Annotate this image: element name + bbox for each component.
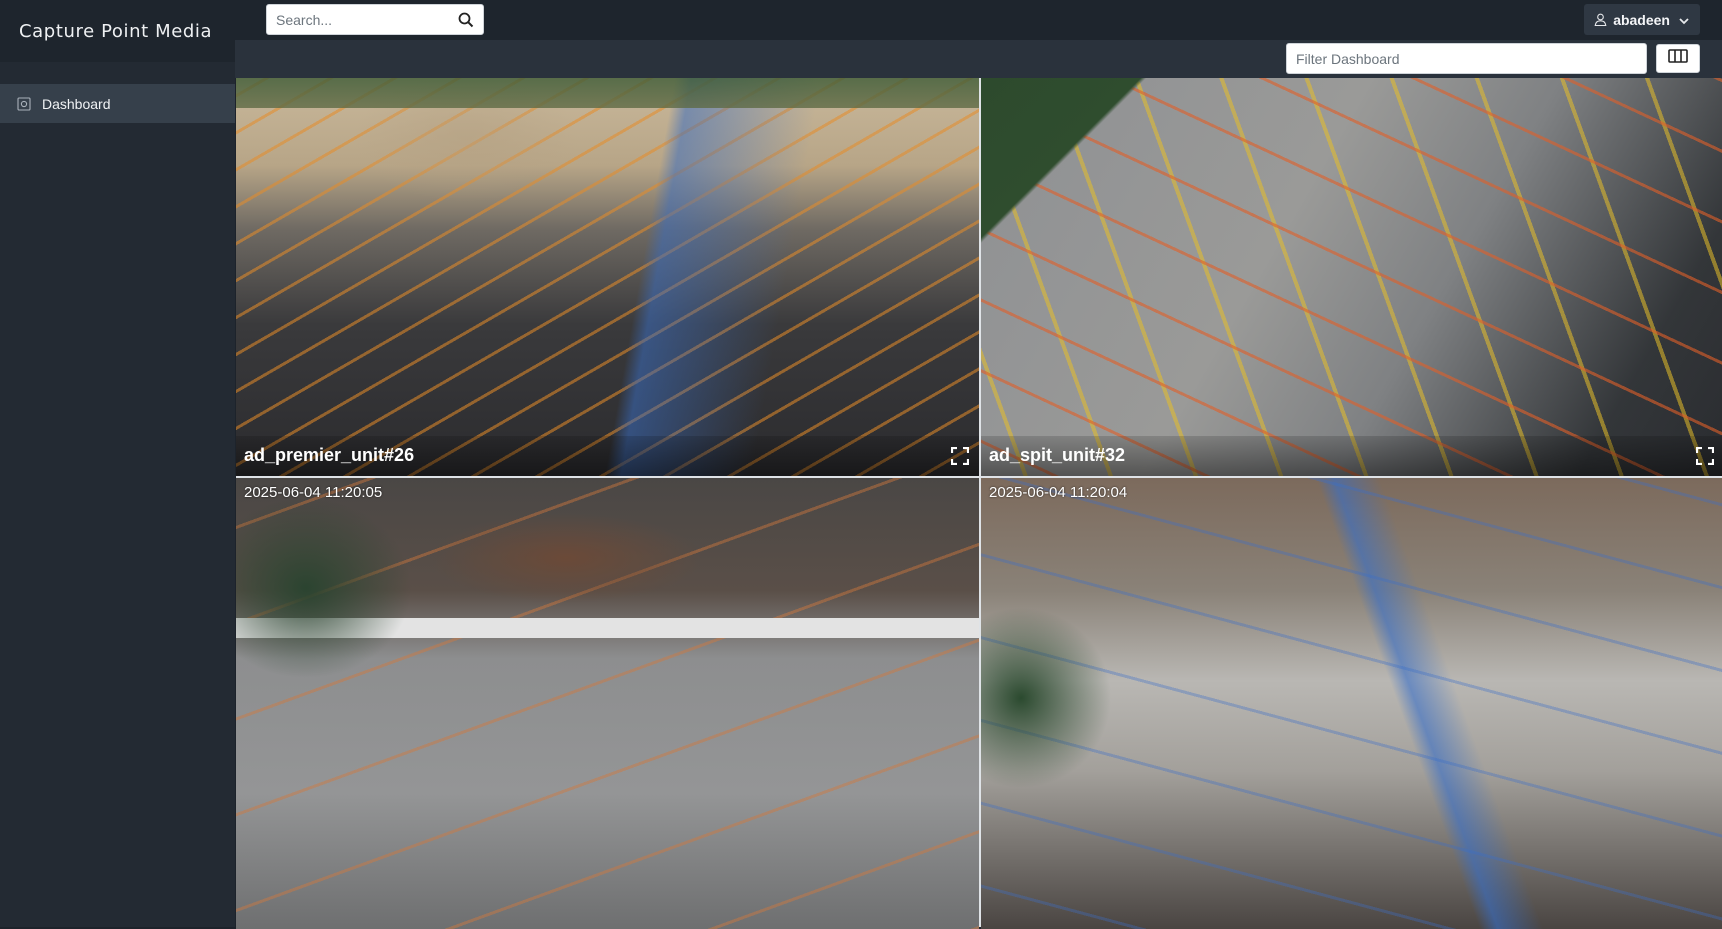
camera-icon xyxy=(17,96,31,111)
camera-name: ad_premier_unit#26 xyxy=(244,445,415,465)
camera-timestamp: 2025-06-04 11:20:05 xyxy=(244,484,383,501)
camera-tile[interactable]: 2025-06-04 11:20:04 xyxy=(981,478,1722,929)
user-icon xyxy=(1594,13,1607,27)
app-title[interactable]: Capture Point Media xyxy=(0,0,235,62)
camera-tile[interactable]: ad_premier_unit#26 xyxy=(236,78,979,476)
columns-icon xyxy=(1668,49,1688,68)
camera-feed-image xyxy=(981,78,1722,476)
camera-feed-image xyxy=(236,78,979,476)
sidebar-item-label: Dashboard xyxy=(42,95,111,112)
filter-dashboard-input[interactable] xyxy=(1287,44,1646,73)
filter-box xyxy=(1286,43,1647,74)
sidebar: Capture Point Media Dashboard xyxy=(0,0,235,927)
top-bar: abadeen xyxy=(235,0,1722,40)
search-input[interactable] xyxy=(267,5,457,34)
user-name: abadeen xyxy=(1613,11,1670,28)
camera-tile[interactable]: 2025-06-04 11:20:05 xyxy=(236,478,979,929)
layout-toggle-button[interactable] xyxy=(1656,44,1700,73)
user-menu-button[interactable]: abadeen xyxy=(1584,4,1700,35)
camera-feed-image xyxy=(236,478,979,929)
camera-tile[interactable]: ad_spit_unit#32 xyxy=(981,78,1722,476)
camera-timestamp: 2025-06-04 11:20:04 xyxy=(989,484,1128,501)
search-icon[interactable] xyxy=(458,12,474,28)
filter-bar xyxy=(235,40,1722,78)
chevron-down-icon xyxy=(1678,14,1690,26)
camera-grid: ad_premier_unit#26 ad_spit_unit#32 2025-… xyxy=(236,78,1722,929)
camera-feed-image xyxy=(981,478,1722,929)
camera-caption: ad_spit_unit#32 xyxy=(981,436,1722,476)
camera-caption: ad_premier_unit#26 xyxy=(236,436,979,476)
fullscreen-icon[interactable] xyxy=(1695,446,1715,466)
sidebar-item-dashboard[interactable]: Dashboard xyxy=(0,84,235,123)
camera-name: ad_spit_unit#32 xyxy=(989,445,1126,465)
fullscreen-icon[interactable] xyxy=(950,446,970,466)
search-box xyxy=(266,4,484,35)
